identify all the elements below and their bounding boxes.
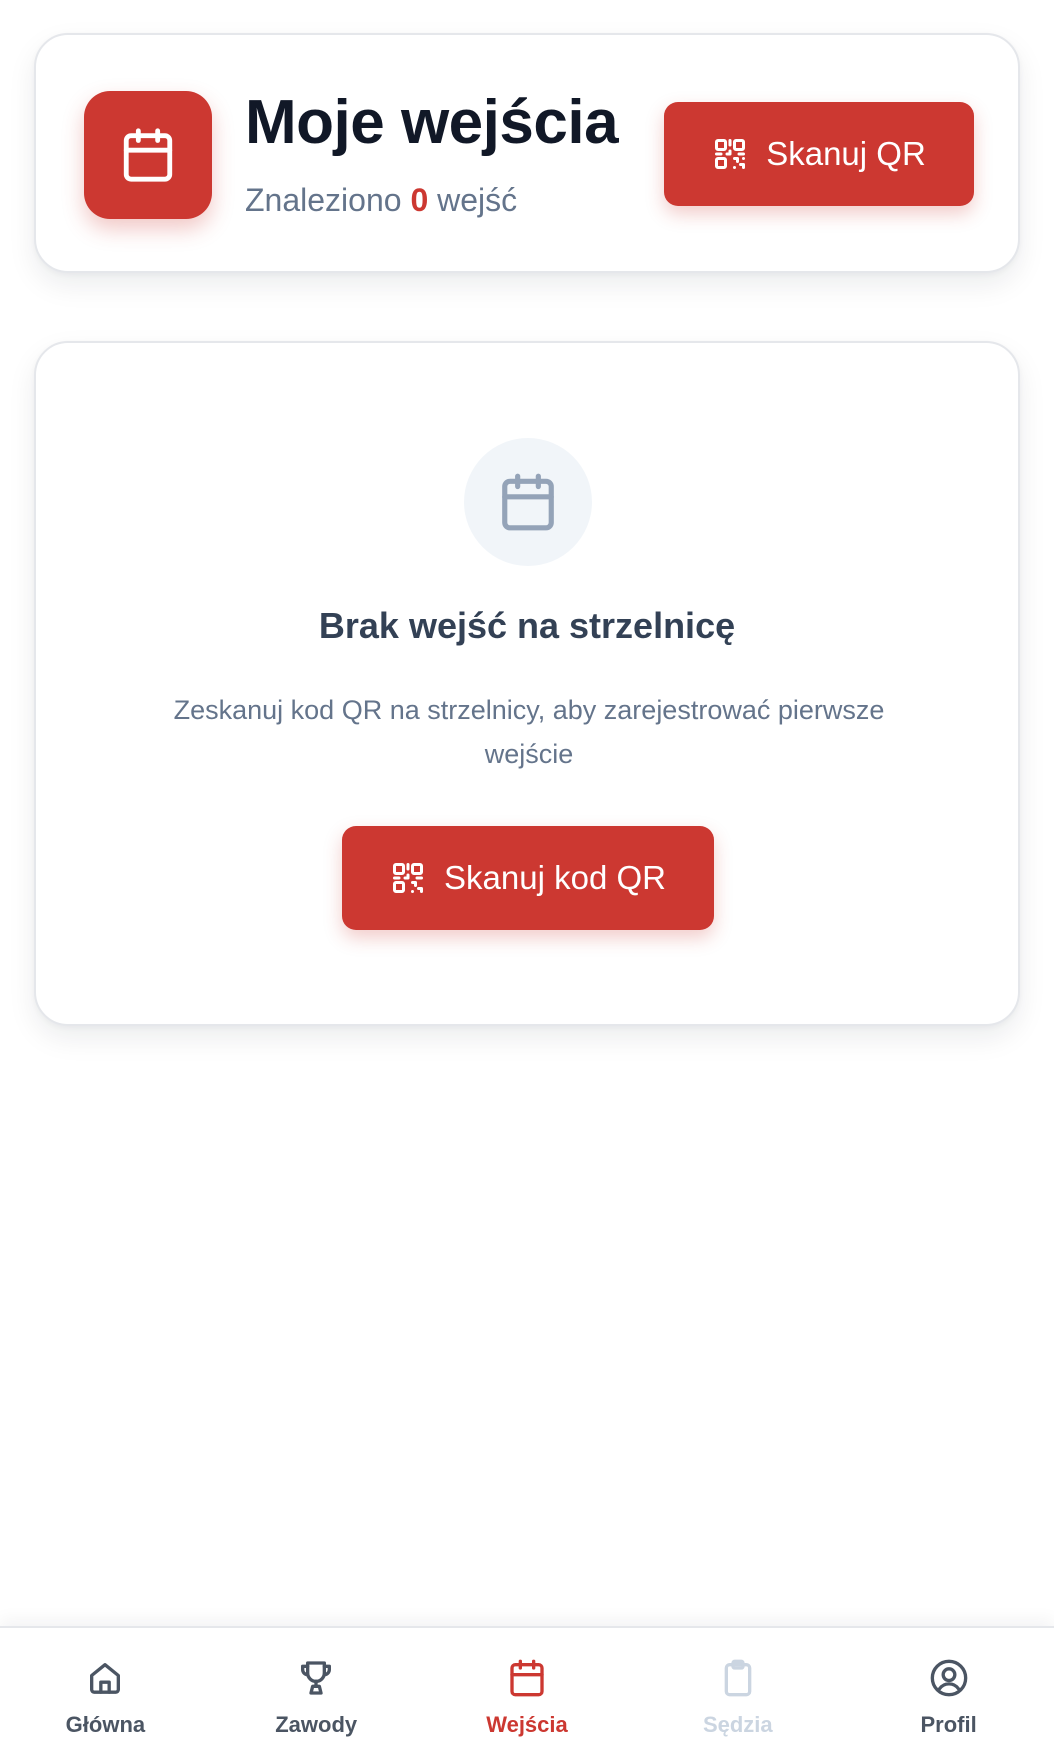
found-suffix: wejść: [437, 182, 518, 218]
scan-qr-code-label: Skanuj kod QR: [444, 859, 666, 896]
page: Moje wejścia Znaleziono 0 wejść Skanuj Q…: [0, 0, 1054, 1764]
nav-label: Główna: [65, 1712, 146, 1737]
entries-count-text: Znaleziono 0 wejść: [245, 182, 517, 219]
found-prefix: Znaleziono: [245, 182, 402, 218]
empty-state-card: Brak wejść na strzelnicę Zeskanuj kod QR…: [34, 341, 1020, 1026]
qr-code-icon: [393, 863, 424, 893]
nav-item-glowna[interactable]: Główna: [0, 1628, 211, 1764]
clipboard-icon: [724, 1659, 752, 1697]
empty-state-description: Zeskanuj kod QR na strzelnicy, aby zarej…: [173, 695, 885, 769]
nav-item-sedzia: Sędzia: [632, 1628, 843, 1764]
qr-code-icon: [715, 139, 746, 169]
empty-state-title: Brak wejść na strzelnicę: [318, 605, 736, 646]
empty-state-icon-circle: [464, 438, 592, 566]
nav-item-profil[interactable]: Profil: [843, 1628, 1054, 1764]
nav-item-zawody[interactable]: Zawody: [211, 1628, 422, 1764]
nav-label: Zawody: [275, 1712, 358, 1737]
user-circle-icon: [930, 1659, 967, 1697]
header-card: Moje wejścia Znaleziono 0 wejść Skanuj Q…: [34, 33, 1020, 273]
nav-item-wejscia[interactable]: Wejścia: [422, 1628, 633, 1764]
nav-label: Profil: [920, 1712, 977, 1737]
trophy-icon: [301, 1661, 332, 1695]
entries-count: 0: [410, 182, 429, 218]
scan-qr-button[interactable]: Skanuj QR: [664, 102, 974, 206]
nav-label: Wejścia: [486, 1712, 568, 1737]
scan-qr-label: Skanuj QR: [766, 135, 926, 172]
scan-qr-code-button[interactable]: Skanuj kod QR: [342, 826, 714, 930]
calendar-icon: [510, 1659, 544, 1697]
header-icon-badge: [84, 91, 212, 219]
page-title: Moje wejścia: [245, 88, 619, 157]
calendar-icon: [502, 473, 554, 531]
bottom-nav: Główna Zawody Wejścia Sędzia Profil: [0, 1626, 1054, 1764]
home-icon: [90, 1663, 121, 1694]
calendar-icon: [123, 128, 173, 182]
nav-label: Sędzia: [702, 1712, 773, 1737]
